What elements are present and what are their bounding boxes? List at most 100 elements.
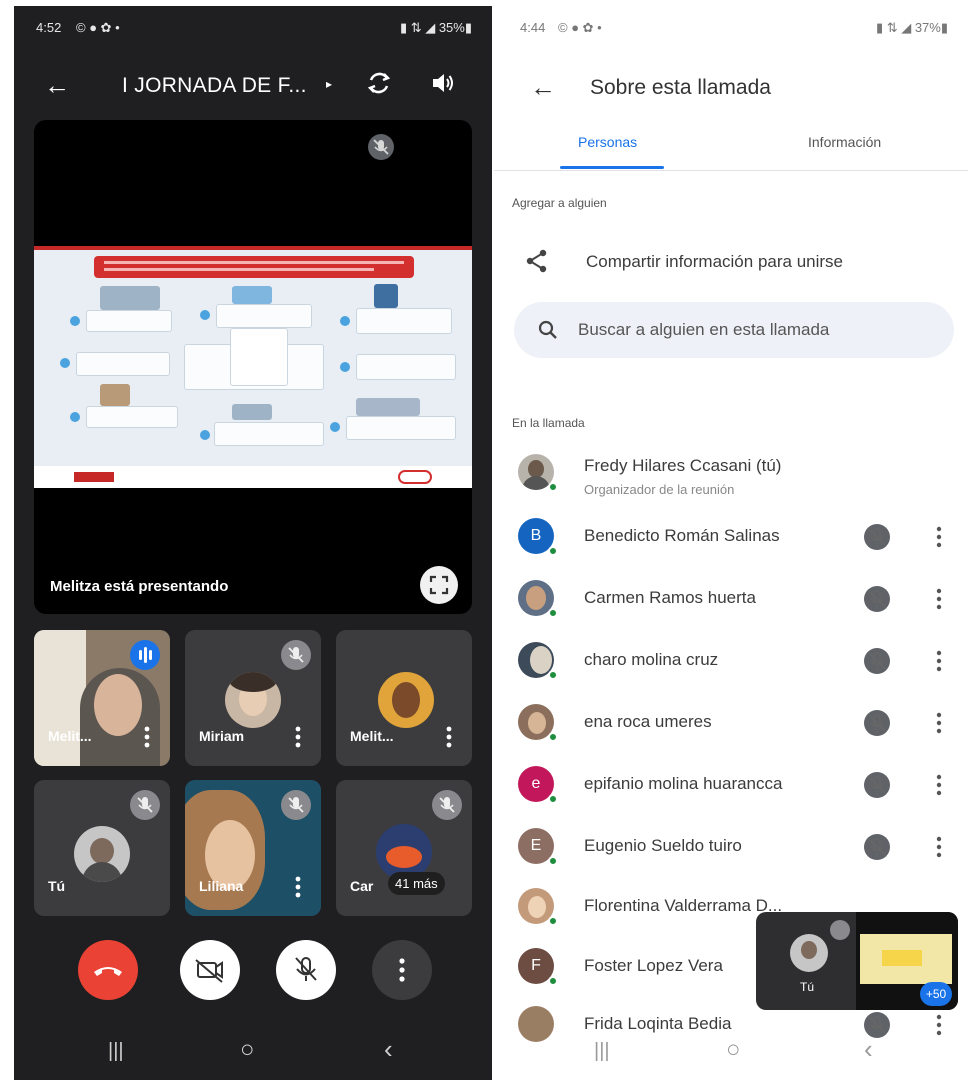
back-icon[interactable]: ‹ xyxy=(384,1034,393,1065)
search-placeholder: Buscar a alguien en esta llamada xyxy=(578,320,830,339)
system-nav-bar: ||| ○ ‹ xyxy=(494,1026,968,1080)
call-screen: 4:52 © ● ✿ • ▮ ⇅ ◢ 35%▮ ← I JORNADA DE F… xyxy=(14,6,492,1080)
hang-up-icon xyxy=(94,967,122,976)
tab-informacion[interactable]: Información xyxy=(808,134,881,150)
more-vert-icon xyxy=(399,958,405,982)
more-count-badge: 41 más xyxy=(388,872,445,895)
participant-tile[interactable]: Melit... xyxy=(336,630,472,766)
participant-name: Fredy Hilares Ccasani (tú) xyxy=(584,456,782,475)
more-vert-icon[interactable] xyxy=(936,774,942,796)
participant-row[interactable]: charo molina cruz xyxy=(494,634,968,690)
mic-off-icon[interactable] xyxy=(864,710,890,736)
participant-tile[interactable]: Miriam xyxy=(185,630,321,766)
participant-name: Car xyxy=(350,878,374,894)
avatar xyxy=(74,826,130,882)
status-right-icons: ▮ ⇅ ◢ 35%▮ xyxy=(399,20,472,35)
section-label-in-call: En la llamada xyxy=(512,416,585,430)
participant-name: Eugenio Sueldo tuiro xyxy=(584,836,742,855)
app-bar: ← Sobre esta llamada xyxy=(494,62,968,114)
share-icon xyxy=(526,249,547,273)
mic-off-icon[interactable] xyxy=(864,834,890,860)
mic-off-icon xyxy=(295,957,317,981)
more-vert-icon[interactable] xyxy=(295,876,301,898)
mic-off-icon[interactable] xyxy=(864,648,890,674)
participant-name: Tú xyxy=(48,878,66,894)
participant-name: Benedicto Román Salinas xyxy=(584,526,780,545)
participant-name: Florentina Valderrama D... xyxy=(584,896,783,915)
presenting-label: Melitza está presentando xyxy=(50,578,229,595)
recents-icon[interactable]: ||| xyxy=(108,1040,124,1063)
more-vert-icon[interactable] xyxy=(936,836,942,858)
mic-off-icon xyxy=(130,790,160,820)
more-vert-icon[interactable] xyxy=(936,650,942,672)
section-label-add: Agregar a alguien xyxy=(512,196,607,210)
avatar xyxy=(378,672,434,728)
back-icon[interactable]: ‹ xyxy=(864,1034,873,1065)
chevron-right-icon[interactable]: ▸ xyxy=(326,77,332,91)
participant-search-input[interactable]: Buscar a alguien en esta llamada xyxy=(514,302,954,358)
participant-role: Organizador de la reunión xyxy=(584,482,735,497)
status-time: 4:44 xyxy=(520,20,546,35)
participant-tile[interactable]: Melit... xyxy=(34,630,170,766)
more-vert-icon[interactable] xyxy=(936,712,942,734)
participant-row[interactable]: Fredy Hilares Ccasani (tú) Organizador d… xyxy=(494,446,968,502)
slide-footer xyxy=(34,466,472,488)
online-status-dot xyxy=(548,732,558,742)
participant-row[interactable]: E Eugenio Sueldo tuiro xyxy=(494,820,968,876)
switch-camera-icon[interactable] xyxy=(364,68,394,98)
speaker-icon[interactable] xyxy=(430,70,456,96)
participant-name: Melit... xyxy=(350,728,394,744)
mic-off-icon[interactable] xyxy=(864,586,890,612)
mic-off-icon[interactable] xyxy=(864,524,890,550)
more-vert-icon[interactable] xyxy=(936,588,942,610)
fullscreen-icon xyxy=(429,575,449,595)
home-icon[interactable]: ○ xyxy=(726,1036,741,1064)
system-nav-bar: ||| ○ ‹ xyxy=(14,1026,492,1080)
tab-divider xyxy=(494,170,968,171)
online-status-dot xyxy=(548,546,558,556)
status-right-icons: ▮ ⇅ ◢ 37%▮ xyxy=(875,20,948,35)
share-join-info-row[interactable]: Compartir información para unirse xyxy=(494,242,968,282)
participant-name: ena roca umeres xyxy=(584,712,712,731)
participant-name: Foster Lopez Vera xyxy=(584,956,723,975)
more-vert-icon[interactable] xyxy=(936,526,942,548)
recents-icon[interactable]: ||| xyxy=(594,1040,610,1063)
self-label: Tú xyxy=(800,980,815,994)
mic-toggle-button[interactable] xyxy=(276,940,336,1000)
more-options-button[interactable] xyxy=(372,940,432,1000)
end-call-button[interactable] xyxy=(78,940,138,1000)
shared-slide xyxy=(34,246,472,488)
meeting-title[interactable]: I JORNADA DE F... xyxy=(122,74,307,98)
presentation-view[interactable]: Melitza está presentando xyxy=(34,120,472,614)
fullscreen-button[interactable] xyxy=(420,566,458,604)
back-arrow-icon[interactable]: ← xyxy=(44,70,70,101)
more-vert-icon[interactable] xyxy=(446,726,452,748)
participant-tile[interactable]: Liliana xyxy=(185,780,321,916)
speaking-indicator-icon xyxy=(130,640,160,670)
search-icon xyxy=(538,320,557,339)
participant-name: Melit... xyxy=(48,728,92,744)
tab-personas[interactable]: Personas xyxy=(578,134,637,150)
participant-row[interactable]: B Benedicto Román Salinas xyxy=(494,510,968,566)
mic-off-icon[interactable] xyxy=(864,772,890,798)
participant-tile-self[interactable]: Tú xyxy=(34,780,170,916)
active-tab-indicator xyxy=(560,166,664,169)
status-time: 4:52 xyxy=(36,20,62,35)
call-info-screen: 4:44 © ● ✿ • ▮ ⇅ ◢ 37%▮ ← Sobre esta lla… xyxy=(494,6,968,1080)
home-icon[interactable]: ○ xyxy=(240,1036,255,1064)
share-join-info-label: Compartir información para unirse xyxy=(586,252,843,271)
participant-name: epifanio molina huarancca xyxy=(584,774,783,793)
slide-heading-bar xyxy=(94,256,414,278)
mic-off-icon xyxy=(281,640,311,670)
more-vert-icon[interactable] xyxy=(144,726,150,748)
more-vert-icon[interactable] xyxy=(295,726,301,748)
participant-row[interactable]: Carmen Ramos huerta xyxy=(494,572,968,628)
participant-name: Carmen Ramos huerta xyxy=(584,588,756,607)
camera-toggle-button[interactable] xyxy=(180,940,240,1000)
mic-off-icon xyxy=(830,920,850,940)
more-participants-tile[interactable]: Car 41 más xyxy=(336,780,472,916)
participant-row[interactable]: ena roca umeres xyxy=(494,696,968,752)
back-arrow-icon[interactable]: ← xyxy=(530,72,556,103)
picture-in-picture[interactable]: Tú +50 xyxy=(756,912,958,1010)
participant-row[interactable]: e epifanio molina huarancca xyxy=(494,758,968,814)
